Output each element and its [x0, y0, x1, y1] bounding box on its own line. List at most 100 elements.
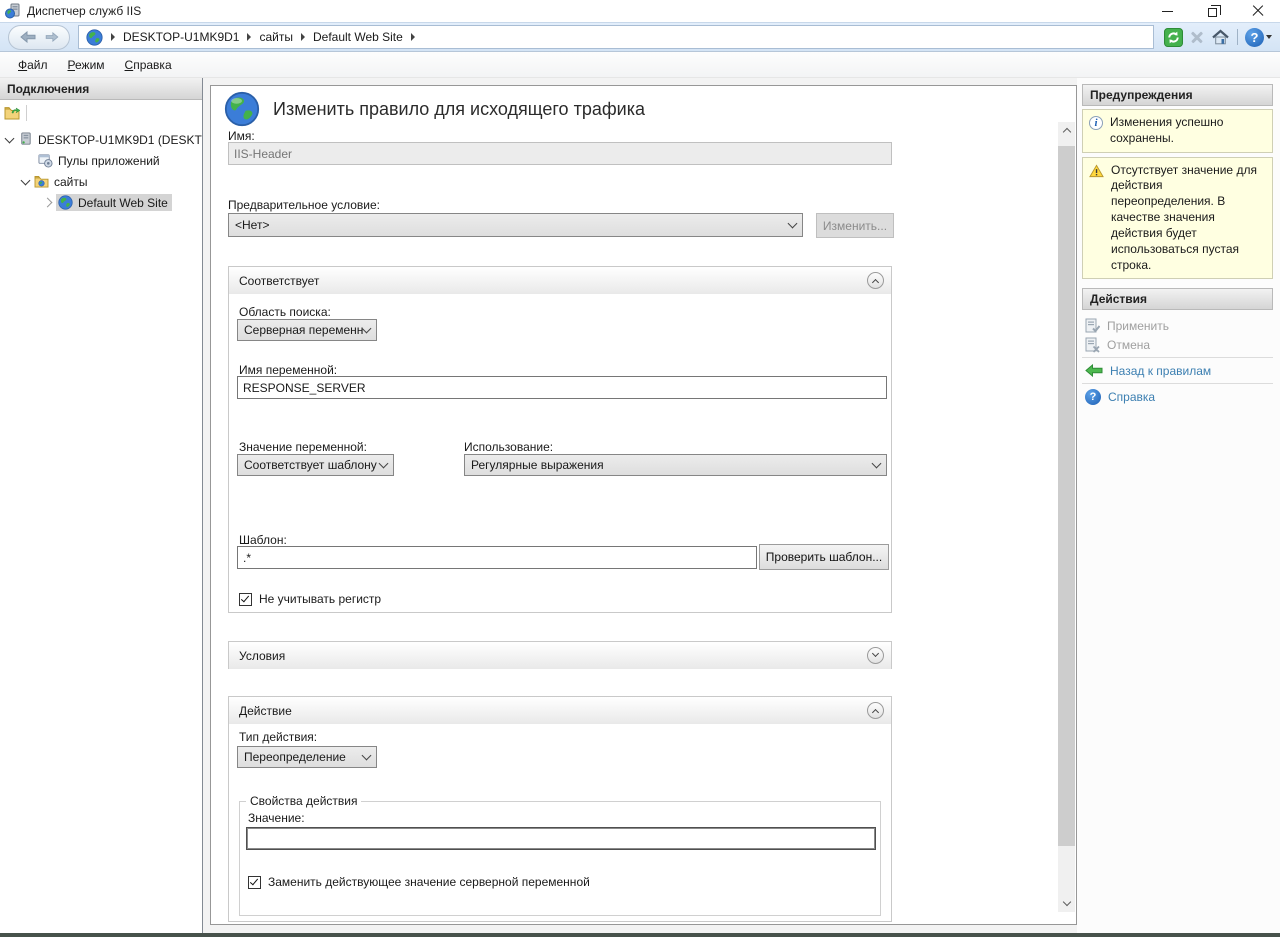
- scope-label: Область поиска:: [239, 305, 331, 319]
- tree-item-server[interactable]: DESKTOP-U1MK9D1 (DESKTOP: [0, 129, 202, 150]
- title-bar: Диспетчер служб IIS: [0, 0, 1280, 22]
- tree-item-label: Пулы приложений: [58, 154, 160, 168]
- ignore-case-checkbox[interactable]: [239, 593, 252, 606]
- pattern-input[interactable]: [237, 546, 757, 569]
- actions-header: Действия: [1082, 288, 1273, 310]
- chevron-down-icon: [362, 750, 372, 760]
- work-area: Подключения DESKTOP-U1MK9D1 (DESKTOP Пул…: [0, 78, 1280, 933]
- breadcrumb-item-site[interactable]: Default Web Site: [313, 30, 403, 44]
- page-globe-icon: [224, 91, 260, 127]
- connections-header: Подключения: [0, 78, 202, 100]
- feature-page: Изменить правило для исходящего трафика …: [210, 85, 1077, 925]
- conditions-section-header[interactable]: Условия: [229, 642, 891, 669]
- forward-button[interactable]: [45, 32, 59, 42]
- tree-item-sites[interactable]: сайты: [0, 171, 202, 192]
- collapsed-chevron-icon[interactable]: [43, 198, 53, 208]
- back-to-rules-action[interactable]: Назад к правилам: [1077, 361, 1280, 380]
- alerts-header: Предупреждения: [1082, 84, 1273, 106]
- chevron-down-icon: [1062, 898, 1070, 906]
- page-title: Изменить правило для исходящего трафика: [273, 99, 645, 120]
- scroll-down-button[interactable]: [1058, 895, 1075, 912]
- help-label[interactable]: Справка: [1108, 390, 1155, 404]
- help-action[interactable]: ? Справка: [1077, 387, 1280, 406]
- app-pools-icon: [38, 153, 53, 168]
- match-section-header[interactable]: Соответствует: [229, 267, 891, 294]
- tree-item-label: Default Web Site: [78, 196, 168, 210]
- breadcrumb-item-sites[interactable]: сайты: [259, 30, 293, 44]
- scrollbar-thumb[interactable]: [1058, 146, 1075, 846]
- restore-button[interactable]: [1190, 0, 1235, 22]
- scroll-up-button[interactable]: [1058, 122, 1075, 139]
- back-arrow-icon: [1085, 364, 1103, 377]
- nav-buttons: [8, 25, 70, 50]
- home-button[interactable]: [1211, 28, 1230, 46]
- menu-bar: Файл Режим Справка: [0, 52, 1280, 78]
- server-icon: [18, 132, 33, 147]
- chevron-up-icon: [872, 279, 879, 286]
- menu-view[interactable]: Режим: [58, 54, 115, 76]
- minimize-button[interactable]: [1145, 0, 1190, 22]
- chevron-down-icon: [872, 458, 882, 468]
- chevron-down-icon: [872, 650, 879, 657]
- expand-button[interactable]: [867, 647, 884, 664]
- variable-name-input[interactable]: [237, 376, 887, 399]
- conditions-section: Условия: [228, 641, 892, 669]
- value-input[interactable]: [246, 827, 876, 850]
- alert-text: Изменения успешно сохранены.: [1110, 115, 1266, 147]
- apply-label: Применить: [1107, 319, 1169, 333]
- app-icon: [5, 3, 21, 19]
- replace-checkbox[interactable]: [248, 876, 261, 889]
- connections-toolbar: [0, 100, 202, 125]
- action-type-label: Тип действия:: [239, 730, 317, 744]
- back-button[interactable]: [20, 31, 36, 43]
- breadcrumb[interactable]: DESKTOP-U1MK9D1 сайты Default Web Site: [78, 25, 1154, 49]
- pattern-label: Шаблон:: [239, 533, 287, 547]
- actions-list: Применить Отмена Назад к правилам ? Спра…: [1077, 310, 1280, 406]
- selected-tree-item[interactable]: Default Web Site: [56, 194, 172, 211]
- conditions-section-title: Условия: [239, 649, 285, 663]
- menu-file[interactable]: Файл: [8, 54, 58, 76]
- help-icon: ?: [1245, 28, 1264, 47]
- precondition-select[interactable]: <Нет>: [228, 213, 803, 237]
- action-section-header[interactable]: Действие: [229, 697, 891, 724]
- tree-item-default-web-site[interactable]: Default Web Site: [0, 192, 202, 213]
- connections-tree: DESKTOP-U1MK9D1 (DESKTOP Пулы приложений…: [0, 125, 202, 213]
- ignore-case-row[interactable]: Не учитывать регистр: [239, 592, 381, 606]
- info-icon: i: [1089, 116, 1103, 130]
- checkmark-icon: [250, 877, 258, 886]
- collapse-button[interactable]: [867, 702, 884, 719]
- chevron-down-icon: [362, 323, 372, 333]
- scope-select[interactable]: Серверная переменн: [237, 319, 377, 341]
- action-type-select[interactable]: Переопределение: [237, 746, 377, 768]
- using-select[interactable]: Регулярные выражения: [464, 454, 887, 476]
- stop-button[interactable]: [1190, 30, 1204, 44]
- close-button[interactable]: [1235, 0, 1280, 22]
- variable-value-select[interactable]: Соответствует шаблону: [237, 454, 394, 476]
- menu-help[interactable]: Справка: [115, 54, 182, 76]
- chevron-up-icon: [1062, 128, 1070, 136]
- window-bottom-edge: [0, 933, 1280, 937]
- test-pattern-button[interactable]: Проверить шаблон...: [759, 544, 889, 570]
- toolbar-separator: [26, 105, 27, 121]
- tree-item-app-pools[interactable]: Пулы приложений: [0, 150, 202, 171]
- expanded-chevron-icon[interactable]: [5, 133, 15, 143]
- connections-pane: Подключения DESKTOP-U1MK9D1 (DESKTOP Пул…: [0, 78, 203, 933]
- address-bar: DESKTOP-U1MK9D1 сайты Default Web Site ?: [0, 22, 1280, 52]
- expanded-chevron-icon[interactable]: [21, 175, 31, 185]
- breadcrumb-separator-icon: [111, 33, 115, 41]
- refresh-button[interactable]: [1164, 28, 1183, 47]
- site-globe-icon: [58, 195, 73, 210]
- help-menu-button[interactable]: ?: [1245, 28, 1272, 47]
- replace-row[interactable]: Заменить действующее значение серверной …: [248, 875, 590, 889]
- breadcrumb-item-server[interactable]: DESKTOP-U1MK9D1: [123, 30, 239, 44]
- variable-value-value: Соответствует шаблону: [244, 458, 380, 472]
- back-to-rules-label[interactable]: Назад к правилам: [1110, 364, 1211, 378]
- vertical-scrollbar[interactable]: [1058, 122, 1075, 912]
- collapse-button[interactable]: [867, 272, 884, 289]
- name-label: Имя:: [228, 129, 255, 143]
- toolbar-separator: [1237, 29, 1238, 45]
- cancel-label: Отмена: [1107, 338, 1150, 352]
- action-properties-group: Свойства действия Значение: Заменить дей…: [239, 794, 881, 916]
- save-connection-icon[interactable]: [4, 106, 20, 120]
- cancel-action: Отмена: [1077, 335, 1280, 354]
